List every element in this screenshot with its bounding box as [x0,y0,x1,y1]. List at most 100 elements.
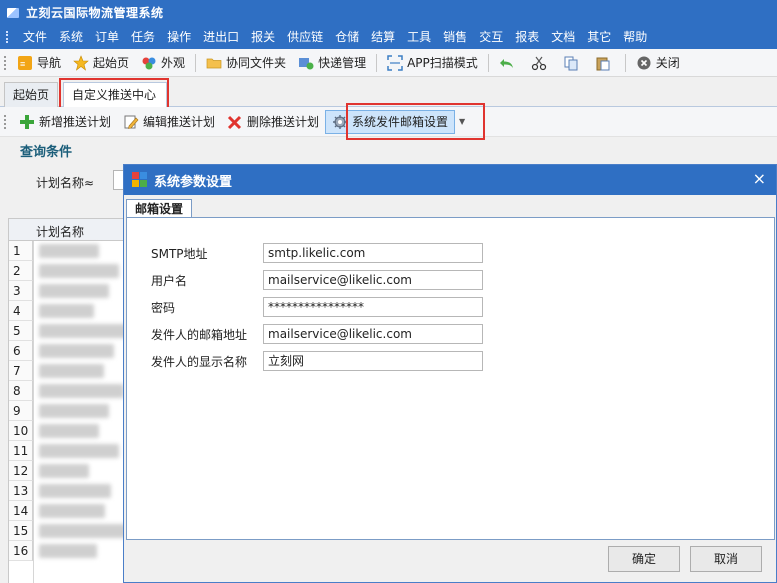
smtp-input[interactable]: smtp.likelic.com [263,243,483,263]
smtp-label: SMTP地址 [151,246,208,261]
grid-row-number: 10 [9,421,33,441]
menu-operation[interactable]: 操作 [161,25,197,49]
cut-button[interactable] [525,52,557,74]
home-button[interactable]: 起始页 [67,52,135,74]
menu-sales[interactable]: 销售 [437,25,473,49]
redacted-cell[interactable] [39,404,109,418]
delete-plan-button[interactable]: 删除推送计划 [221,110,325,134]
window-titlebar: 立刻云国际物流管理系统 [0,0,777,25]
app-scan-button[interactable]: APP扫描模式 [381,52,484,74]
menu-supply-chain[interactable]: 供应链 [281,25,329,49]
scissors-icon [531,55,547,71]
copy-button[interactable] [557,52,589,74]
edit-plan-label: 编辑推送计划 [143,115,216,129]
grid-row-number: 11 [9,441,33,461]
toolbar-grip-icon [4,55,7,70]
delete-x-icon [227,114,243,130]
close-button[interactable]: 关闭 [630,52,686,74]
shared-folder-button[interactable]: 协同文件夹 [200,52,292,74]
undo-button[interactable] [493,52,525,74]
redacted-cell[interactable] [39,304,94,318]
redacted-cell[interactable] [39,264,119,278]
menu-documents[interactable]: 文档 [545,25,581,49]
redacted-cell[interactable] [39,424,99,438]
folder-icon [206,55,222,71]
edit-plan-button[interactable]: 编辑推送计划 [117,110,221,134]
redacted-cell[interactable] [39,444,119,458]
plus-icon [19,114,35,130]
menu-help[interactable]: 帮助 [617,25,653,49]
password-row: 密码 **************** [151,296,483,318]
close-label: 关闭 [655,56,680,70]
menu-warehouse[interactable]: 仓储 [329,25,365,49]
courier-icon [298,55,314,71]
menu-customs[interactable]: 报关 [245,25,281,49]
plan-grid: 计划名称 1 2 3 4 5 6 7 8 9 10 11 12 13 14 15 16 [8,218,134,583]
sender-display-input[interactable]: 立刻网 [263,351,483,371]
courier-button[interactable]: 快递管理 [292,52,372,74]
grid-row-number: 12 [9,461,33,481]
menu-interaction[interactable]: 交互 [473,25,509,49]
redacted-cell[interactable] [39,384,124,398]
main-toolbar: ≡ 导航 起始页 外观 协同文件夹 快递管理 APP扫描模式 关闭 [0,49,777,77]
username-input[interactable]: mailservice@likelic.com [263,270,483,290]
grid-row-number: 4 [9,301,33,321]
redacted-cell[interactable] [39,324,129,338]
redacted-cell[interactable] [39,364,104,378]
toolbar-separator [195,53,197,72]
home-label: 起始页 [93,56,130,70]
redacted-cell[interactable] [39,284,109,298]
menu-tools[interactable]: 工具 [401,25,437,49]
username-label: 用户名 [151,273,188,288]
redacted-cell[interactable] [39,504,105,518]
undo-icon [499,55,515,71]
cancel-button[interactable]: 取消 [690,546,762,572]
redacted-cell[interactable] [39,464,89,478]
palette-icon [141,55,157,71]
menu-other[interactable]: 其它 [581,25,617,49]
dialog-footer: 确定 取消 [124,542,776,582]
window-icon [132,172,148,188]
add-plan-button[interactable]: 新增推送计划 [13,110,117,134]
redacted-cell[interactable] [39,344,114,358]
tab-home[interactable]: 起始页 [4,82,58,107]
smtp-row: SMTP地址 smtp.likelic.com [151,242,483,264]
password-input[interactable]: **************** [263,297,483,317]
grid-header: 计划名称 [9,219,134,241]
redacted-cell[interactable] [39,484,111,498]
tab-mail-settings[interactable]: 邮箱设置 [126,199,193,218]
plan-name-label: 计划名称≈ [36,176,95,190]
highlight-box-tab [59,78,169,109]
redacted-cell[interactable] [39,524,127,538]
menu-system[interactable]: 系统 [53,25,89,49]
grid-row-number: 8 [9,381,33,401]
close-circle-icon [636,55,652,71]
paste-button[interactable] [589,52,621,74]
highlight-box-mail-button [346,103,485,140]
sender-email-input[interactable]: mailservice@likelic.com [263,324,483,344]
toolbar-separator [624,53,626,72]
copy-icon [563,55,579,71]
menu-import-export[interactable]: 进出口 [197,25,245,49]
menu-file[interactable]: 文件 [17,25,53,49]
edit-icon [123,114,139,130]
redacted-cell[interactable] [39,544,97,558]
grid-column-plan-name[interactable]: 计划名称 [36,223,84,240]
menu-order[interactable]: 订单 [89,25,125,49]
menu-reports[interactable]: 报表 [509,25,545,49]
navigation-icon: ≡ [17,55,33,71]
nav-button[interactable]: ≡ 导航 [11,52,67,74]
app-scan-label: APP扫描模式 [407,56,478,70]
sender-display-row: 发件人的显示名称 立刻网 [151,350,483,372]
paste-icon [595,55,611,71]
menu-task[interactable]: 任务 [125,25,161,49]
appearance-button[interactable]: 外观 [135,52,191,74]
menu-grip-icon [6,31,9,43]
grid-row-number: 15 [9,521,33,541]
redacted-cell[interactable] [39,244,99,258]
system-settings-dialog: 系统参数设置 × 邮箱设置 SMTP地址 smtp.likelic.com 用户… [123,164,777,583]
dialog-close-icon[interactable]: × [753,171,766,187]
ok-button[interactable]: 确定 [608,546,680,572]
menu-settlement[interactable]: 结算 [365,25,401,49]
nav-label: 导航 [37,56,62,70]
